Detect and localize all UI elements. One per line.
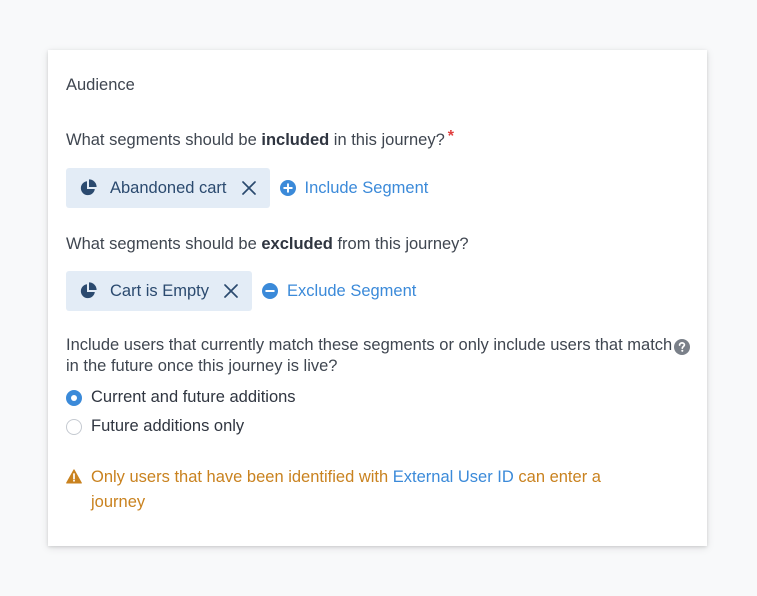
radio-current-and-future[interactable]: Current and future additions (66, 388, 296, 407)
excluded-segments-row: Cart is Empty Exclude Segment (66, 271, 416, 311)
external-user-id-link[interactable]: External User ID (393, 468, 514, 486)
segment-chip-label: Cart is Empty (110, 281, 210, 300)
audience-card: Audience What segments should be include… (48, 50, 707, 546)
warning-message: Only users that have been identified wit… (66, 465, 666, 515)
included-question-suffix: in this journey? (329, 131, 445, 149)
radio-button-selected[interactable] (66, 389, 82, 406)
excluded-question: What segments should be excluded from th… (66, 235, 469, 254)
segment-chip-abandoned-cart[interactable]: Abandoned cart (66, 168, 270, 208)
exclude-segment-button[interactable]: Exclude Segment (262, 282, 416, 301)
excluded-question-suffix: from this journey? (332, 235, 469, 253)
included-question-prefix: What segments should be (66, 131, 262, 149)
radio-future-only[interactable]: Future additions only (66, 417, 244, 436)
include-segment-button[interactable]: Include Segment (279, 178, 429, 198)
included-question: What segments should be included in this… (66, 128, 455, 150)
warning-text: Only users that have been identified wit… (91, 465, 651, 515)
included-question-bold: included (261, 131, 330, 149)
included-segments-row: Abandoned cart Include Segment (66, 168, 428, 208)
include-segment-label: Include Segment (304, 178, 429, 197)
question-circle-icon[interactable] (674, 339, 690, 355)
section-title: Audience (66, 76, 135, 94)
plus-circle-icon (279, 180, 296, 196)
required-marker: * (447, 128, 455, 145)
segment-chip-label: Abandoned cart (110, 178, 227, 197)
pie-chart-icon (79, 179, 97, 197)
radio-label: Current and future additions (91, 388, 296, 406)
close-icon[interactable] (241, 181, 256, 195)
timing-question: Include users that currently match these… (66, 336, 673, 375)
exclude-segment-label: Exclude Segment (287, 281, 417, 300)
radio-button[interactable] (66, 418, 82, 435)
warning-triangle-icon (66, 469, 82, 484)
excluded-question-prefix: What segments should be (66, 235, 262, 253)
pie-chart-icon (79, 282, 97, 300)
warning-text-before: Only users that have been identified wit… (91, 468, 393, 486)
segment-chip-cart-is-empty[interactable]: Cart is Empty (66, 271, 253, 311)
radio-label: Future additions only (91, 417, 245, 435)
close-icon[interactable] (224, 284, 238, 298)
excluded-question-bold: excluded (261, 235, 333, 253)
minus-circle-icon (262, 283, 279, 299)
